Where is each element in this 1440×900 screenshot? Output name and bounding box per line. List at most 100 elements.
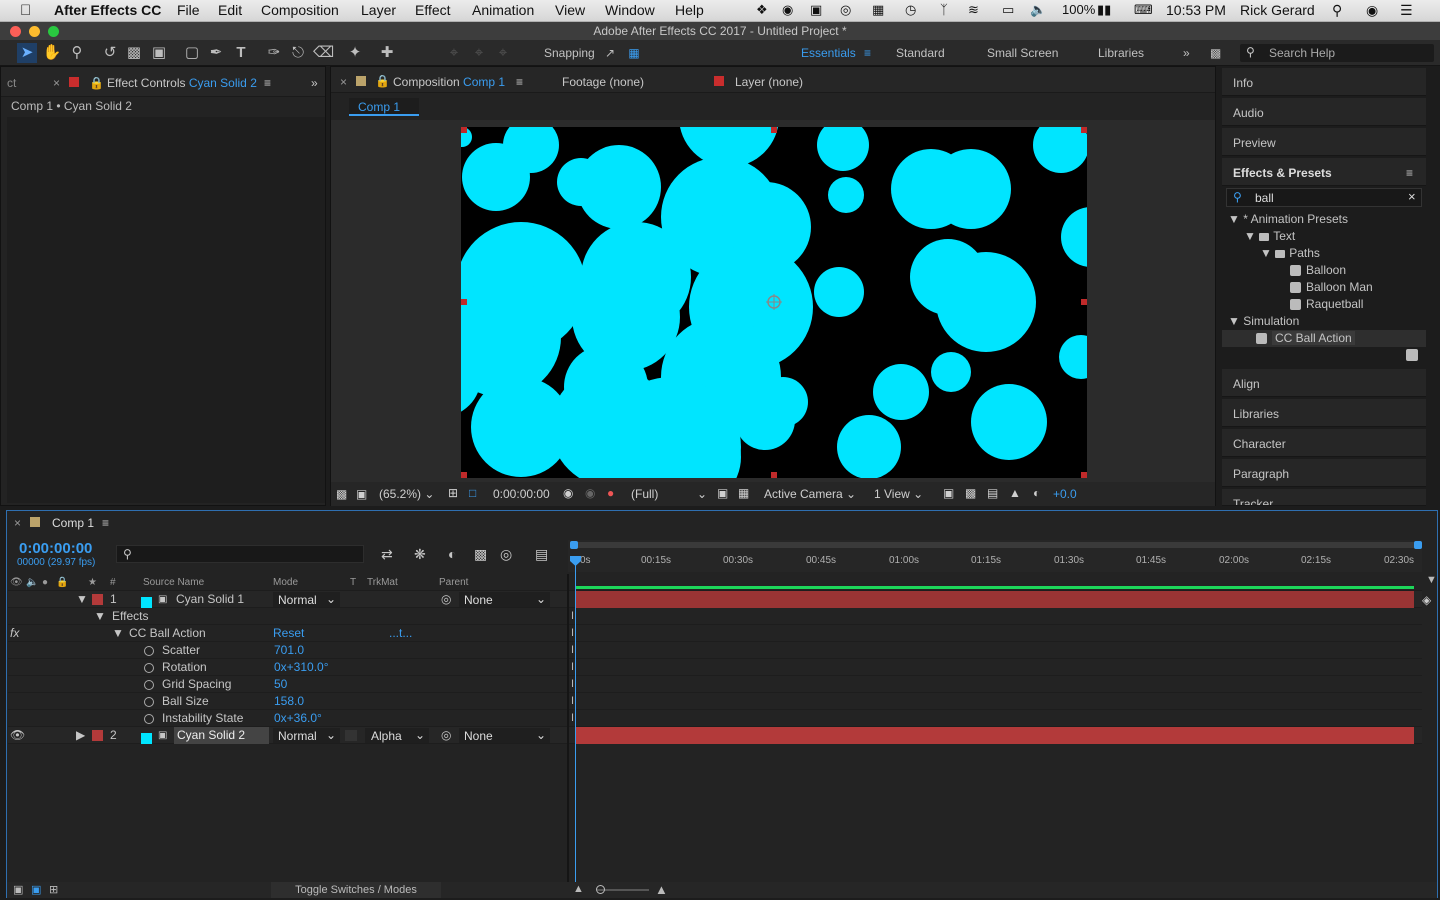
keyframe-ibeam-icon[interactable]: I [571,695,574,707]
effect-extra[interactable]: ...t... [389,625,412,642]
timeline-timecode[interactable]: 0:00:00:00 [19,540,92,557]
snap-features-icon[interactable]: ▦ [624,43,644,63]
timeline-divider[interactable] [567,574,569,882]
header-source-name[interactable]: Source Name [143,574,204,591]
volume-icon[interactable]: 🔈 [1030,2,1046,18]
property-value[interactable]: 50 [274,676,287,693]
grid-guides-icon[interactable]: ⊞ [448,486,458,500]
snapshot-icon[interactable]: ◉ [563,486,573,500]
roto-brush-tool-icon[interactable]: ✦ [345,43,365,63]
menu-effect[interactable]: Effect [415,2,451,18]
user-name[interactable]: Rick Gerard [1240,2,1315,18]
local-axis-icon[interactable]: ⌖ [444,43,464,63]
preserve-transparency-checkbox[interactable] [345,730,357,741]
effects-search-input[interactable]: ball [1255,191,1274,205]
menu-animation[interactable]: Animation [472,2,534,18]
zoom-window-button[interactable] [48,26,59,37]
menu-composition[interactable]: Composition [261,2,339,18]
layer-label-color[interactable] [92,594,103,605]
spotlight-icon[interactable]: ⚲ [1332,2,1342,19]
composition-canvas[interactable] [461,127,1087,478]
keyframe-ibeam-icon[interactable]: I [571,678,574,690]
more-workspaces-icon[interactable]: » [1183,46,1190,60]
airplay-icon[interactable]: ▭ [1002,2,1014,18]
bluetooth-icon[interactable]: ᛉ [940,2,948,17]
hand-tool-icon[interactable]: ✋ [42,43,62,63]
keyframe-ibeam-icon[interactable]: I [571,644,574,656]
keyframe-ibeam-icon[interactable]: I [571,610,574,622]
selection-tool-icon[interactable]: ➤ [17,43,37,63]
property-row[interactable]: Scatter 701.0 [8,642,1422,659]
always-preview-icon[interactable]: ▩ [336,487,347,501]
effects-search-box[interactable]: ⚲ ball × [1226,188,1422,207]
menu-layer[interactable]: Layer [361,2,396,18]
frame-blending-icon[interactable]: ▩ [474,546,487,563]
audio-panel-header[interactable]: Audio [1222,98,1426,126]
tree-effect-cc-ball-action[interactable]: CC Ball Action [1222,330,1426,347]
transparency-grid-icon[interactable]: ▦ [738,486,749,500]
region-of-interest-icon[interactable]: □ [469,486,476,500]
workspace-small-screen[interactable]: Small Screen [987,46,1058,60]
status-icon-a[interactable]: ◉ [782,2,793,18]
draft-3d-icon[interactable]: ❋ [414,546,426,563]
close-window-button[interactable] [10,26,21,37]
zoom-slider-knob[interactable] [596,885,605,894]
fast-previews-icon[interactable]: ▣ [717,486,728,500]
motion-blur-icon[interactable]: ◎ [500,546,512,563]
battery-icon[interactable]: ▮▮ [1097,2,1111,18]
rectangle-tool-icon[interactable]: ▢ [182,43,202,63]
effects-group-row[interactable]: ▼ Effects [8,608,1422,625]
layer-2-duration-bar[interactable] [575,727,1414,744]
parent-pickwhip-icon[interactable]: ◎ [441,727,451,744]
toggle-switches-modes-button[interactable]: Toggle Switches / Modes [271,882,441,898]
panel-menu-icon[interactable]: ≡ [102,516,109,530]
status-icon-d[interactable]: ▦ [872,2,884,18]
layer-label-color[interactable] [92,730,103,741]
mask-visibility-icon[interactable]: ▣ [356,487,367,501]
keyframe-ibeam-icon[interactable]: I [571,712,574,724]
modes-pane-icon[interactable]: ▣ [31,883,41,896]
status-icon-c[interactable]: ◎ [840,2,851,18]
property-value[interactable]: 701.0 [274,642,304,659]
comp-marker-bin-icon[interactable]: ▼ [1426,574,1437,586]
dropbox-icon[interactable]: ❖ [756,2,768,18]
siri-icon[interactable]: ◉ [1366,2,1378,19]
wifi-icon[interactable]: ≋ [968,2,979,18]
tracker-panel-header[interactable]: Tracker [1222,489,1426,506]
libraries-panel-header[interactable]: Libraries [1222,399,1426,427]
stopwatch-icon[interactable] [144,710,158,727]
tree-folder-text[interactable]: ▼ Text [1222,228,1426,245]
tree-folder-paths[interactable]: ▼ Paths [1222,245,1426,262]
label-column-icon[interactable]: ★ [88,574,97,591]
camera-dropdown[interactable]: Active Camera ⌄ [764,487,856,501]
close-tab-icon[interactable]: × [53,76,60,90]
visibility-eye-icon[interactable]: 👁 [10,727,25,744]
reset-exposure-icon[interactable]: ▩ [965,486,976,500]
preview-panel-header[interactable]: Preview [1222,128,1426,156]
timeline-icon[interactable]: ▲ [1009,486,1021,500]
layer-name[interactable]: Cyan Solid 1 [176,591,244,608]
tree-animation-presets[interactable]: ▼ * Animation Presets [1222,211,1426,228]
effect-controls-tab[interactable]: Effect Controls Cyan Solid 2 [107,76,257,90]
type-tool-icon[interactable]: T [231,43,251,63]
clock[interactable]: 10:53 PM [1166,2,1226,18]
world-axis-icon[interactable]: ⌖ [469,43,489,63]
shy-layers-icon[interactable]: ◐ [448,546,456,562]
snap-edges-icon[interactable]: ↗ [600,43,620,63]
lock-icon[interactable]: 🔒 [375,74,390,88]
rotate-tool-icon[interactable]: ↺ [100,43,120,63]
mode-dropdown[interactable]: Normal ⌄ [273,592,340,607]
info-panel-header[interactable]: Info [1222,68,1426,96]
close-tab-icon[interactable]: × [14,516,21,530]
comp-subtab[interactable]: Comp 1 [349,98,419,116]
keyframe-ibeam-icon[interactable]: I [571,627,574,639]
av-audio-icon[interactable]: 🔈 [26,574,38,591]
layer-tab[interactable]: Layer (none) [735,75,803,89]
exposure-icon[interactable]: ◐ [1033,486,1040,500]
parent-dropdown[interactable]: None ⌄ [459,592,550,607]
expand-effects-icon[interactable]: ▼ [94,608,106,625]
timeline-search-box[interactable]: ⚲ [116,545,364,563]
tree-preset-balloon-man[interactable]: Balloon Man [1222,279,1426,296]
time-navigator[interactable] [570,541,1422,549]
channel-icon[interactable]: ● [607,486,614,500]
